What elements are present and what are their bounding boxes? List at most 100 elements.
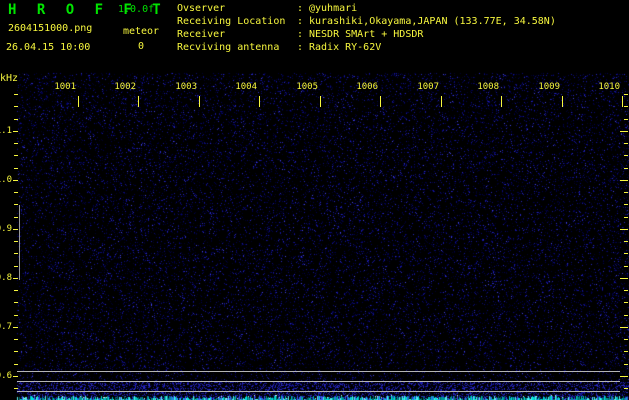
time-tick-label: 1003	[175, 82, 197, 92]
freq-minor-tick-left	[14, 388, 18, 389]
time-tick-label: 1007	[417, 82, 439, 92]
time-minute-tick	[199, 96, 200, 107]
time-minute-tick	[562, 96, 563, 107]
time-tick-label: 1006	[356, 82, 378, 92]
time-tick-label: 1002	[114, 82, 136, 92]
station-row-sep: :	[297, 42, 304, 53]
time-tick-label: 1001	[54, 82, 76, 92]
freq-minor-tick-right	[624, 339, 628, 340]
freq-major-tick-right	[620, 327, 628, 328]
freq-minor-tick-left	[14, 290, 18, 291]
freq-major-tick-left	[13, 376, 18, 377]
station-row-value: Radix RY-62V	[309, 42, 382, 53]
time-tick-label: 1004	[235, 82, 257, 92]
freq-minor-tick-left	[14, 155, 18, 156]
station-row-value: @yuhmari	[309, 3, 358, 14]
reference-line	[17, 381, 620, 382]
freq-minor-tick-right	[624, 155, 628, 156]
station-row-sep: :	[297, 16, 304, 27]
freq-minor-tick-right	[624, 351, 628, 352]
freq-minor-tick-right	[624, 302, 628, 303]
freq-minor-tick-right	[624, 290, 628, 291]
freq-minor-tick-left	[14, 351, 18, 352]
reference-line	[17, 391, 620, 392]
freq-major-tick-left	[13, 131, 18, 132]
meteor-count: 0	[137, 41, 145, 52]
freq-minor-tick-left	[14, 217, 18, 218]
freq-minor-tick-right	[624, 364, 628, 365]
station-row: Receiver: NESDR SMArt + HDSDR	[177, 28, 556, 41]
freq-minor-tick-left	[14, 106, 18, 107]
app-version: 1.0.0f	[118, 4, 155, 15]
freq-minor-tick-right	[624, 315, 628, 316]
freq-minor-tick-left	[14, 204, 18, 205]
station-row-key: Receiver	[177, 29, 226, 40]
freq-minor-tick-right	[624, 106, 628, 107]
freq-major-tick-right	[620, 180, 628, 181]
freq-tick-label: 1.1	[0, 126, 12, 136]
freq-minor-tick-right	[624, 253, 628, 254]
freq-minor-tick-right	[624, 168, 628, 169]
meteor-mode-label: meteor	[122, 26, 160, 37]
freq-major-tick-left	[13, 327, 18, 328]
freq-minor-tick-right	[624, 388, 628, 389]
freq-minor-tick-left	[14, 192, 18, 193]
freq-minor-tick-right	[624, 266, 628, 267]
freq-major-tick-left	[13, 278, 18, 279]
freq-tick-label: 0.9	[0, 224, 12, 234]
time-minute-tick	[78, 96, 79, 107]
time-tick-label: 1009	[538, 82, 560, 92]
freq-axis-unit-label: kHz	[0, 73, 19, 84]
freq-minor-tick-right	[624, 143, 628, 144]
freq-minor-tick-right	[624, 119, 628, 120]
station-row: Receiving Location: kurashiki,Okayama,JAP…	[177, 15, 556, 28]
freq-minor-tick-left	[14, 168, 18, 169]
freq-minor-tick-left	[14, 119, 18, 120]
time-minute-tick	[622, 96, 623, 107]
freq-tick-label: 0.6	[0, 371, 12, 381]
freq-tick-label: 0.8	[0, 273, 12, 283]
freq-major-tick-right	[620, 278, 628, 279]
freq-tick-label: 0.7	[0, 322, 12, 332]
left-edge-marker-line	[19, 205, 20, 280]
freq-minor-tick-left	[14, 143, 18, 144]
freq-major-tick-right	[620, 376, 628, 377]
freq-minor-tick-right	[624, 241, 628, 242]
time-tick-label: 1010	[598, 82, 620, 92]
freq-minor-tick-left	[14, 339, 18, 340]
station-row-value: kurashiki,Okayama,JAPAN (133.77E, 34.58N…	[309, 16, 556, 27]
freq-minor-tick-left	[14, 266, 18, 267]
time-minute-tick	[501, 96, 502, 107]
freq-tick-label: 1.0	[0, 175, 12, 185]
freq-minor-tick-left	[14, 253, 18, 254]
freq-major-tick-right	[620, 131, 628, 132]
hrofft-window: H R O F F T 1.0.0f 2604151000.png meteor…	[0, 0, 629, 400]
time-minute-tick	[320, 96, 321, 107]
station-row-key: Receiving Location	[177, 16, 286, 27]
station-row-key: Ovserver	[177, 3, 226, 14]
freq-minor-tick-left	[14, 364, 18, 365]
spectrogram-axes-overlay: kHz 1.1 1.0 0.9 0.8 0.7 0.6 1001 1002 1003 1004 100…	[0, 0, 629, 400]
time-tick-label: 1005	[296, 82, 318, 92]
time-minute-tick	[380, 96, 381, 107]
freq-minor-tick-right	[624, 192, 628, 193]
station-info: Ovserver: @yuhmari Receiving Location: kur…	[177, 2, 556, 54]
freq-minor-tick-right	[624, 217, 628, 218]
freq-minor-tick-left	[14, 315, 18, 316]
freq-minor-tick-left	[14, 241, 18, 242]
station-row-sep: :	[297, 29, 304, 40]
reference-line	[17, 371, 620, 372]
freq-minor-tick-left	[14, 94, 18, 95]
time-minute-tick	[441, 96, 442, 107]
capture-filename: 2604151000.png	[8, 23, 93, 34]
freq-minor-tick-left	[14, 302, 18, 303]
station-row-key: Recviving antenna	[177, 42, 280, 53]
capture-datetime: 26.04.15 10:00	[6, 42, 91, 53]
time-minute-tick	[138, 96, 139, 107]
freq-minor-tick-right	[624, 204, 628, 205]
station-row-sep: :	[297, 3, 304, 14]
time-tick-label: 1008	[477, 82, 499, 92]
station-row: Recviving antenna: Radix RY-62V	[177, 41, 556, 54]
time-minute-tick	[259, 96, 260, 107]
freq-major-tick-left	[13, 229, 18, 230]
